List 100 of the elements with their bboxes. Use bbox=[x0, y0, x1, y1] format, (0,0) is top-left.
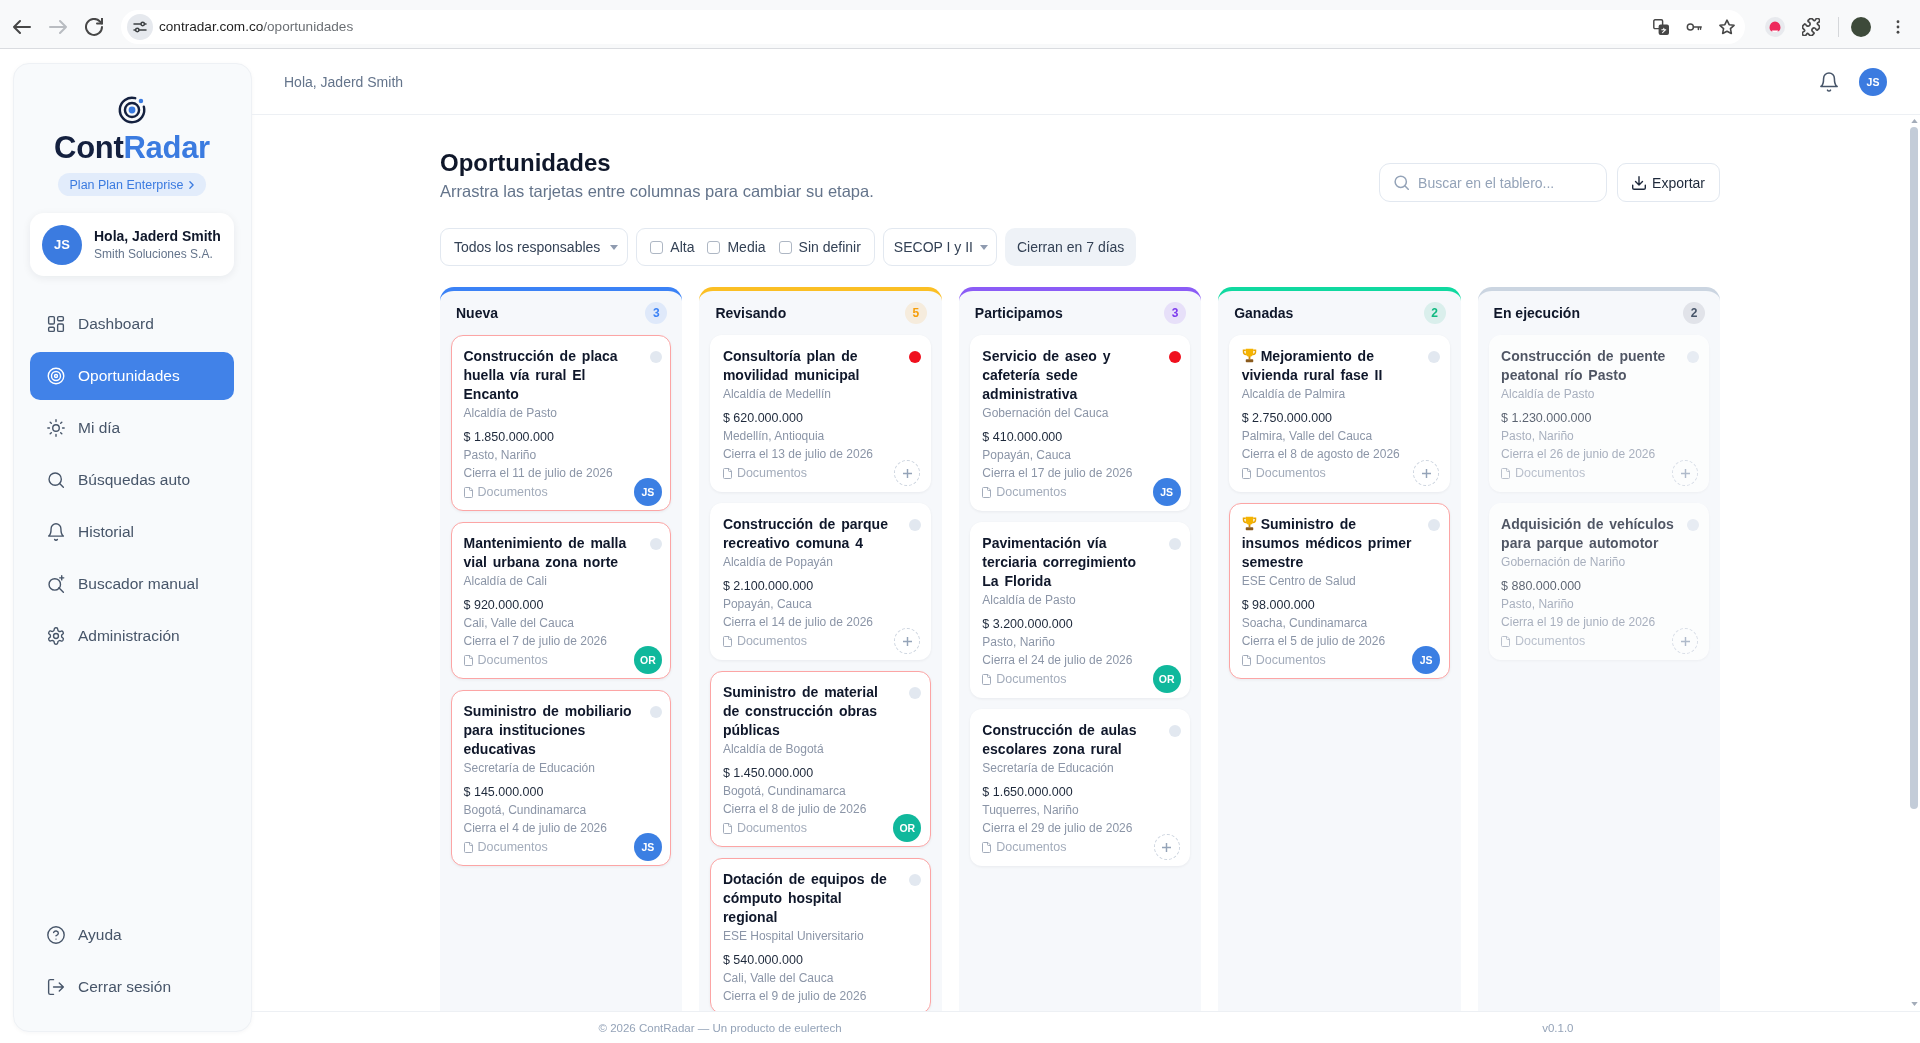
agency-name: Secretaría de Educación bbox=[982, 760, 1115, 777]
opportunity-card[interactable]: Adquisición de vehículos para parque automotor Gobernación de Nariño $ 880.000.000 Pasto, Nariño Cierra el 19 de junio de 2026 Documentos bbox=[1488, 502, 1709, 660]
source-dropdown[interactable]: SECOP I y II bbox=[882, 228, 997, 266]
checkbox[interactable] bbox=[707, 240, 721, 254]
notification-bell-icon[interactable] bbox=[1820, 71, 1838, 92]
nav-item[interactable]: Búsquedas auto bbox=[30, 456, 234, 504]
location-text: Palmira, Valle del Cauca bbox=[1241, 428, 1374, 445]
opportunity-card[interactable]: Construcción de placa huella vía rural El Encanto Alcaldía de Pasto $ 1.850.000.000 Pasto, Nariño Cierra el 11 de julio de 2026 Documentos JS bbox=[451, 334, 672, 511]
file-icon bbox=[1241, 467, 1251, 479]
checkbox-label[interactable]: Alta bbox=[670, 239, 695, 255]
location-text: Pasto, Nariño bbox=[463, 447, 538, 464]
closing-date: Cierra el 8 de agosto de 2026 bbox=[1241, 446, 1401, 463]
opportunity-card[interactable]: Servicio de aseo y cafetería sede administrativa Gobernación del Cauca $ 410.000.000 Popayán, Cauca Cierra el 17 de julio de 2026 Documentos JS bbox=[969, 334, 1191, 511]
checkbox-label[interactable]: Sin definir bbox=[798, 239, 861, 255]
assignee-avatar[interactable]: JS bbox=[633, 833, 662, 861]
agency-name: Secretaría de Educación bbox=[463, 760, 596, 777]
export-button[interactable]: Exportar bbox=[1617, 163, 1720, 202]
overlapping-squares-icon[interactable] bbox=[1653, 18, 1669, 35]
closing-date: Cierra el 19 de junio de 2026 bbox=[1501, 614, 1657, 631]
file-icon bbox=[463, 654, 473, 666]
location-text: Bogotá, Cundinamarca bbox=[722, 783, 847, 800]
column-title: En ejecución bbox=[1493, 305, 1580, 321]
opportunity-card[interactable]: Dotación de equipos de cómputo hospital regional ESE Hospital Universitario $ 540.000.000 Cali, Valle del Cauca Cierra el 9 de julio de 2026 bbox=[710, 857, 931, 1011]
opportunity-card[interactable]: Consultoría plan de movilidad municipal Alcaldía de Medellín $ 620.000.000 Medellín, Antioquia Cierra el 13 de julio de 2026 Documentos bbox=[710, 334, 931, 492]
file-icon bbox=[722, 635, 732, 647]
scroll-down-arrow-icon[interactable] bbox=[1910, 1002, 1918, 1006]
agency-name: Alcaldía de Cali bbox=[463, 573, 548, 590]
scrollbar-thumb[interactable] bbox=[1910, 127, 1918, 809]
count-badge: 3 bbox=[645, 302, 668, 324]
checkbox-label[interactable]: Media bbox=[727, 239, 766, 255]
header-avatar[interactable]: JS bbox=[1859, 67, 1887, 96]
location-text: Bogotá, Cundinamarca bbox=[463, 802, 588, 819]
count-badge: 2 bbox=[1683, 302, 1705, 324]
column-title: Nueva bbox=[456, 305, 499, 321]
star-icon[interactable] bbox=[1719, 18, 1735, 35]
address-bar[interactable]: contradar.com.co/oportunidades bbox=[121, 9, 1745, 44]
chevron-right-icon bbox=[189, 180, 195, 189]
nav-item[interactable]: Oportunidades bbox=[30, 352, 234, 400]
bell-icon bbox=[47, 523, 65, 541]
amount-text: $ 2.100.000.000 bbox=[722, 578, 815, 595]
assignee-avatar[interactable]: JS bbox=[1412, 646, 1441, 674]
count-badge: 3 bbox=[1164, 302, 1187, 324]
round-logo-icon[interactable] bbox=[1765, 16, 1785, 37]
opportunity-card[interactable]: Suministro de insumos médicos primer semestre ESE Centro de Salud $ 98.000.000 Soacha, Cundinamarca Cierra el 5 de julio de 2026 Documentos JS bbox=[1229, 502, 1450, 679]
plus-icon bbox=[902, 468, 912, 478]
filter-chip[interactable]: Cierran en 7 días bbox=[1004, 228, 1137, 266]
plus-icon bbox=[902, 636, 912, 646]
opportunity-card[interactable]: Construcción de aulas escolares zona rural Secretaría de Educación $ 1.650.000.000 Tuquerres, Nariño Cierra el 29 de julio de 2026 Documentos bbox=[969, 708, 1191, 866]
opportunity-card[interactable]: Construcción de puente peatonal río Pasto Alcaldía de Pasto $ 1.230.000.000 Pasto, Nariño Cierra el 26 de junio de 2026 Documentos bbox=[1488, 334, 1709, 492]
agency-name: Alcaldía de Pasto bbox=[1501, 386, 1596, 403]
agency-name: Alcaldía de Pasto bbox=[463, 405, 558, 422]
card-title: Mejoramiento de vivienda rural fase II bbox=[1241, 348, 1383, 383]
plan-badge[interactable]: Plan Plan Enterprise bbox=[57, 173, 207, 196]
agency-name: ESE Hospital Universitario bbox=[722, 928, 865, 945]
location-text: Soacha, Cundinamarca bbox=[1241, 615, 1369, 632]
nav-item[interactable]: Buscador manual bbox=[30, 560, 234, 608]
nav-item[interactable]: Administración bbox=[30, 612, 234, 660]
card-title: Construcción de parque recreativo comuna 4 bbox=[722, 516, 888, 551]
responsible-dropdown[interactable]: Todos los responsables bbox=[440, 228, 629, 266]
opportunity-card[interactable]: Suministro de mobiliario para instituciones educativas Secretaría de Educación $ 145.000.000 Bogotá, Cundinamarca Cierra el 4 de julio de 2026 Documentos JS bbox=[451, 689, 672, 866]
agency-name: Alcaldía de Popayán bbox=[722, 554, 834, 571]
scroll-up-arrow-icon[interactable] bbox=[1910, 119, 1918, 123]
opportunity-card[interactable]: Mejoramiento de vivienda rural fase II Alcaldía de Palmira $ 2.750.000.000 Palmira, Valle del Cauca Cierra el 8 de agosto de 2026 Documentos bbox=[1229, 334, 1450, 492]
plus-icon bbox=[1681, 636, 1690, 646]
profile-avatar[interactable] bbox=[1851, 16, 1871, 37]
reload-icon[interactable] bbox=[85, 17, 103, 36]
location-text: Popayán, Cauca bbox=[722, 596, 813, 613]
nav-item[interactable]: Dashboard bbox=[30, 300, 234, 348]
logout-button[interactable]: Cerrar sesión bbox=[30, 963, 234, 1011]
amount-text: $ 1.850.000.000 bbox=[463, 429, 555, 446]
plus-icon bbox=[1681, 468, 1690, 478]
card-title: Pavimentación vía terciaria corregimiento La Florida bbox=[982, 535, 1137, 589]
amount-text: $ 98.000.000 bbox=[1241, 597, 1316, 614]
location-text: Pasto, Nariño bbox=[1501, 428, 1575, 445]
url-text[interactable]: contradar.com.co/oportunidades bbox=[159, 19, 354, 34]
closing-date: Cierra el 14 de julio de 2026 bbox=[722, 614, 874, 631]
assignee-avatar[interactable]: JS bbox=[1152, 478, 1181, 506]
file-icon bbox=[982, 841, 992, 853]
search-field[interactable]: Buscar en el tablero... bbox=[1379, 163, 1608, 202]
checkbox[interactable] bbox=[778, 240, 792, 254]
opportunity-card[interactable]: Construcción de parque recreativo comuna 4 Alcaldía de Popayán $ 2.100.000.000 Popayán, Cauca Cierra el 14 de julio de 2026 Documentos bbox=[710, 502, 931, 660]
file-icon bbox=[722, 467, 732, 479]
back-arrow-icon[interactable] bbox=[13, 17, 31, 36]
location-text: Medellín, Antioquia bbox=[722, 428, 826, 445]
closing-date: Cierra el 24 de julio de 2026 bbox=[982, 652, 1134, 669]
closing-date: Cierra el 13 de julio de 2026 bbox=[722, 446, 874, 463]
file-icon bbox=[1501, 467, 1511, 479]
kebab-menu-icon[interactable] bbox=[1896, 19, 1900, 34]
amount-text: $ 880.000.000 bbox=[1501, 578, 1583, 595]
puzzle-icon[interactable] bbox=[1802, 17, 1820, 36]
download-icon bbox=[1632, 175, 1647, 190]
assignee-avatar[interactable]: JS bbox=[633, 478, 662, 506]
sun-icon bbox=[47, 419, 65, 437]
nav-item[interactable]: Mi día bbox=[30, 404, 234, 452]
nav-item[interactable]: Historial bbox=[30, 508, 234, 556]
sliders-icon[interactable] bbox=[127, 13, 153, 40]
radar-logo-icon bbox=[116, 94, 148, 126]
help-button[interactable]: Ayuda bbox=[30, 911, 234, 959]
checkbox[interactable] bbox=[650, 240, 664, 254]
amount-text: $ 410.000.000 bbox=[982, 429, 1064, 446]
